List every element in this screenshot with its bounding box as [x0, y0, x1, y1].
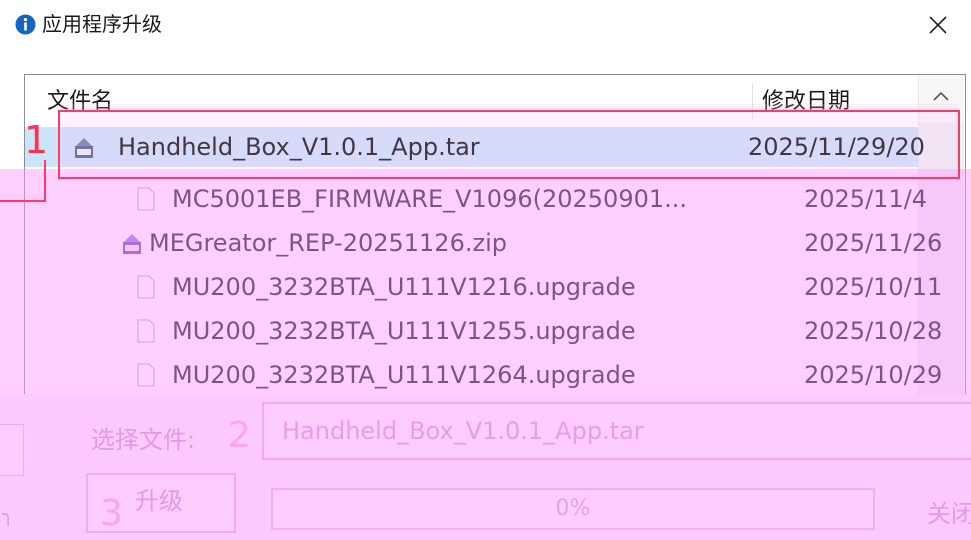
file-name: MEGreator_REP-20251126.zip — [149, 229, 507, 257]
step-3-marker: 3 — [100, 493, 123, 534]
column-header-modified[interactable]: 修改日期 — [762, 87, 850, 117]
scroll-up-button[interactable] — [918, 75, 964, 123]
upgrade-button-label: 升级 — [135, 487, 183, 515]
column-header-name[interactable]: 文件名 — [47, 87, 113, 117]
file-date: 2025/10/11 — [804, 273, 943, 301]
file-row[interactable]: MU200_3232BTA_U111V1255.upgrade 2025/10/… — [25, 311, 942, 351]
close-button[interactable]: 关闭 — [927, 498, 971, 530]
file-list[interactable]: 文件名 修改日期 Handheld_Box_V1.0.1_App.tar 202… — [24, 74, 966, 395]
step-2-marker: 2 — [228, 415, 251, 456]
file-name: MU200_3232BTA_U111V1264.upgrade — [172, 361, 636, 389]
file-icon — [137, 187, 159, 211]
upgrade-progress-bar: 0% — [271, 488, 875, 530]
file-icon — [137, 319, 159, 343]
file-date: 2025/11/4 — [804, 185, 928, 213]
file-name: Handheld_Box_V1.0.1_App.tar — [118, 133, 480, 161]
file-date: 2025/11/26 — [804, 229, 943, 257]
file-name: MU200_3232BTA_U111V1255.upgrade — [172, 317, 636, 345]
file-row[interactable]: MC5001EB_FIRMWARE_V1096(20250901... 2025… — [25, 179, 927, 219]
file-name: MU200_3232BTA_U111V1216.upgrade — [172, 273, 636, 301]
selected-file-input[interactable] — [280, 414, 884, 448]
file-icon — [137, 275, 159, 299]
file-row[interactable]: MEGreator_REP-20251126.zip 2025/11/26 — [25, 223, 942, 263]
chevron-up-icon — [933, 91, 949, 101]
select-file-label: 选择文件: — [91, 426, 196, 454]
column-separator[interactable] — [752, 83, 753, 119]
window-close-button[interactable] — [915, 6, 961, 44]
title-bar: 应用程序升级 — [0, 0, 971, 52]
selected-file-field[interactable] — [262, 402, 971, 460]
progress-text: 0% — [555, 496, 591, 521]
upgrade-form: ╮ 选择文件: 2 升级 3 0% 关闭 — [0, 394, 971, 540]
file-date: 2025/10/29 — [804, 361, 943, 389]
side-edge-mark: ╮ — [2, 502, 15, 526]
file-icon — [137, 363, 159, 387]
zip-archive-icon — [121, 231, 143, 255]
file-date: 2025/10/28 — [804, 317, 943, 345]
file-date: 2025/11/29/20 — [748, 133, 925, 161]
tar-archive-icon — [73, 135, 95, 159]
info-icon — [15, 14, 36, 35]
window-title: 应用程序升级 — [42, 12, 162, 36]
side-control[interactable] — [0, 424, 24, 476]
file-name: MC5001EB_FIRMWARE_V1096(20250901... — [172, 185, 688, 213]
file-row[interactable]: MU200_3232BTA_U111V1264.upgrade 2025/10/… — [25, 355, 942, 395]
file-row[interactable]: MU200_3232BTA_U111V1216.upgrade 2025/10/… — [25, 267, 942, 307]
file-row[interactable]: Handheld_Box_V1.0.1_App.tar 2025/11/29/2… — [25, 127, 925, 167]
close-icon — [929, 16, 947, 34]
